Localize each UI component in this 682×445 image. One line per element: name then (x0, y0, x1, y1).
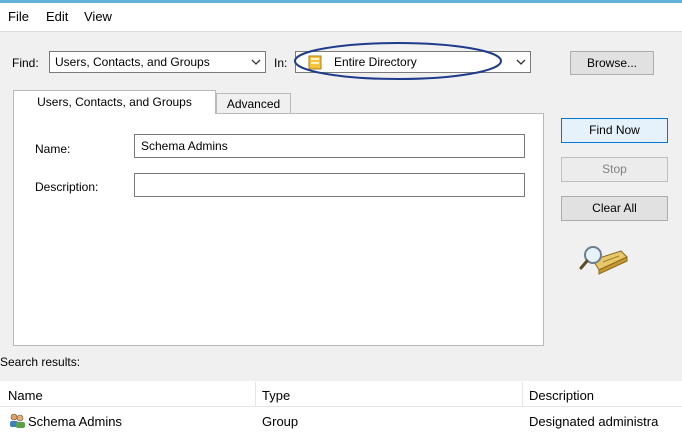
name-field[interactable]: Schema Admins (134, 134, 525, 158)
find-type-value: Users, Contacts, and Groups (55, 55, 210, 69)
menu-edit[interactable]: Edit (46, 9, 68, 24)
result-name: Schema Admins (28, 414, 122, 429)
tab-advanced[interactable]: Advanced (216, 93, 291, 113)
chevron-down-icon (251, 59, 261, 65)
column-separator (522, 382, 523, 406)
chevron-down-icon (516, 59, 526, 65)
header-divider (0, 406, 682, 407)
search-results-label: Search results: (0, 355, 81, 369)
browse-button[interactable]: Browse... (570, 51, 654, 75)
group-icon (10, 413, 25, 428)
result-description: Designated administra (529, 414, 659, 429)
menu-view[interactable]: View (84, 9, 112, 24)
clear-all-button[interactable]: Clear All (561, 196, 668, 221)
search-magnifier-icon (579, 246, 628, 275)
result-type: Group (262, 414, 299, 429)
column-header-type[interactable]: Type (262, 388, 290, 403)
column-header-description[interactable]: Description (529, 388, 594, 403)
name-label: Name: (35, 142, 71, 156)
menu-separator (0, 31, 682, 32)
find-label: Find: (12, 56, 39, 70)
description-field[interactable] (134, 173, 525, 197)
column-separator (255, 382, 256, 406)
in-label: In: (274, 56, 288, 70)
stop-button[interactable]: Stop (561, 157, 668, 182)
name-field-value: Schema Admins (141, 139, 228, 153)
find-now-button[interactable]: Find Now (561, 118, 668, 143)
menu-bar: File Edit View (0, 3, 682, 31)
menu-file[interactable]: File (8, 9, 29, 24)
find-type-select[interactable]: Users, Contacts, and Groups (49, 51, 266, 73)
column-header-name[interactable]: Name (8, 388, 43, 403)
highlight-ellipse (294, 42, 502, 80)
description-label: Description: (35, 180, 99, 194)
tab-users-contacts-groups[interactable]: Users, Contacts, and Groups (13, 90, 216, 114)
